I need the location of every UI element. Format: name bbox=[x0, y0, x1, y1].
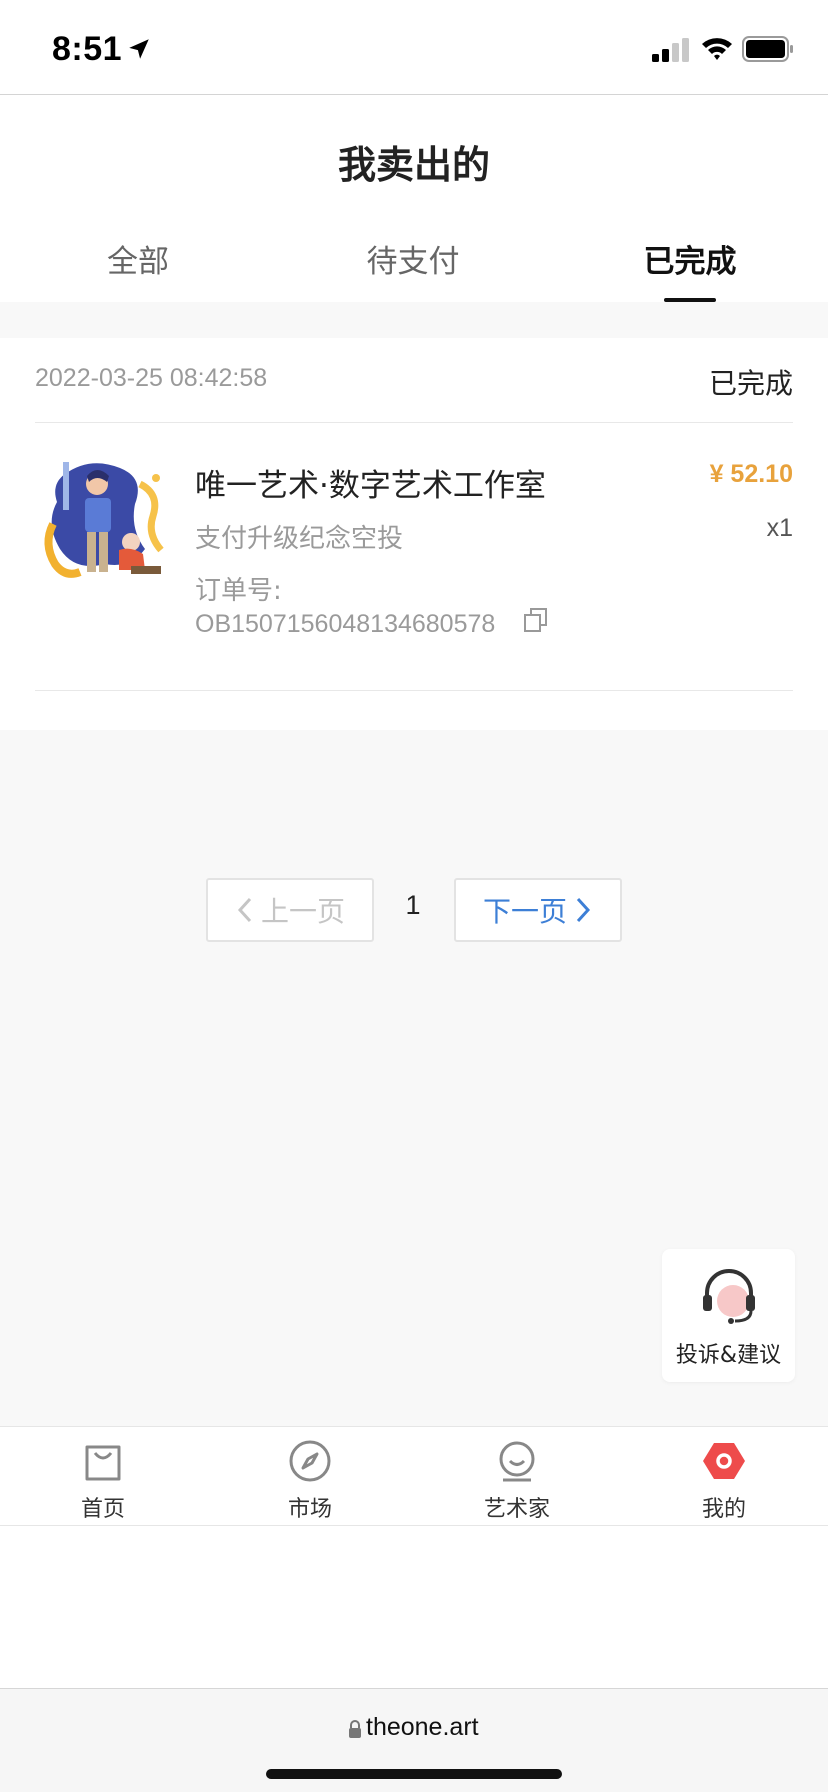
nav-item-artists[interactable]: 艺术家 bbox=[457, 1427, 577, 1527]
item-price: ¥ 52.10 bbox=[709, 460, 793, 488]
feedback-button[interactable]: 投诉&建议 bbox=[662, 1249, 795, 1382]
copy-icon[interactable] bbox=[522, 606, 550, 634]
url-text[interactable]: theone.art bbox=[366, 1713, 479, 1742]
tab-all[interactable]: 全部 bbox=[38, 236, 238, 281]
status-bar: 8:51 bbox=[0, 0, 828, 95]
signal-icon bbox=[652, 38, 689, 62]
order-card[interactable]: 2022-03-25 08:42:58 已完成 唯一艺术·数字艺术工作室 ¥ 5… bbox=[0, 338, 828, 730]
page-header: 我卖出的 全部 待支付 已完成 bbox=[0, 96, 828, 302]
order-date: 2022-03-25 08:42:58 bbox=[35, 364, 268, 392]
chevron-left-icon bbox=[237, 897, 252, 923]
next-page-button[interactable]: 下一页 bbox=[454, 878, 622, 942]
order-status: 已完成 bbox=[708, 367, 793, 400]
nav-label-home: 首页 bbox=[80, 1497, 125, 1522]
nav-label-artists: 艺术家 bbox=[483, 1497, 550, 1522]
next-page-label: 下一页 bbox=[482, 895, 567, 928]
tab-pending-payment[interactable]: 待支付 bbox=[313, 236, 513, 281]
shopping-bag-icon bbox=[85, 1445, 121, 1481]
bottom-tab-bar: 首页 市场 艺术家 我的 bbox=[0, 1426, 828, 1526]
page-title: 我卖出的 bbox=[337, 143, 490, 187]
battery-icon bbox=[742, 36, 793, 62]
nav-item-mine[interactable]: 我的 bbox=[664, 1427, 784, 1527]
item-name: 唯一艺术·数字艺术工作室 bbox=[195, 468, 546, 504]
profile-hexagon-icon bbox=[703, 1443, 745, 1479]
item-description: 支付升级纪念空投 bbox=[195, 524, 404, 554]
previous-page-button[interactable]: 上一页 bbox=[206, 878, 374, 942]
lock-icon bbox=[349, 1720, 361, 1738]
current-page-number: 1 bbox=[405, 890, 421, 920]
home-indicator[interactable] bbox=[266, 1769, 562, 1779]
artist-icon bbox=[499, 1441, 535, 1482]
chevron-right-icon bbox=[576, 897, 591, 923]
browser-bar: theone.art bbox=[0, 1688, 828, 1792]
wifi-icon bbox=[702, 38, 732, 60]
item-quantity: x1 bbox=[766, 514, 793, 542]
nav-item-home[interactable]: 首页 bbox=[43, 1427, 163, 1527]
divider bbox=[35, 422, 793, 423]
divider bbox=[35, 690, 793, 691]
status-time: 8:51 bbox=[52, 30, 123, 68]
feedback-label: 投诉&建议 bbox=[675, 1343, 782, 1368]
headset-icon bbox=[703, 1269, 755, 1324]
nav-label-market: 市场 bbox=[287, 1497, 332, 1522]
artwork-thumbnail[interactable] bbox=[35, 454, 175, 594]
nav-label-mine: 我的 bbox=[701, 1497, 746, 1522]
nav-item-market[interactable]: 市场 bbox=[250, 1427, 370, 1527]
order-number: OB1507156048134680578 bbox=[195, 610, 496, 638]
previous-page-label: 上一页 bbox=[260, 895, 345, 928]
location-arrow-icon bbox=[129, 39, 149, 59]
tab-completed[interactable]: 已完成 bbox=[590, 236, 790, 281]
compass-icon bbox=[289, 1440, 331, 1482]
order-number-label: 订单号: bbox=[195, 576, 282, 606]
